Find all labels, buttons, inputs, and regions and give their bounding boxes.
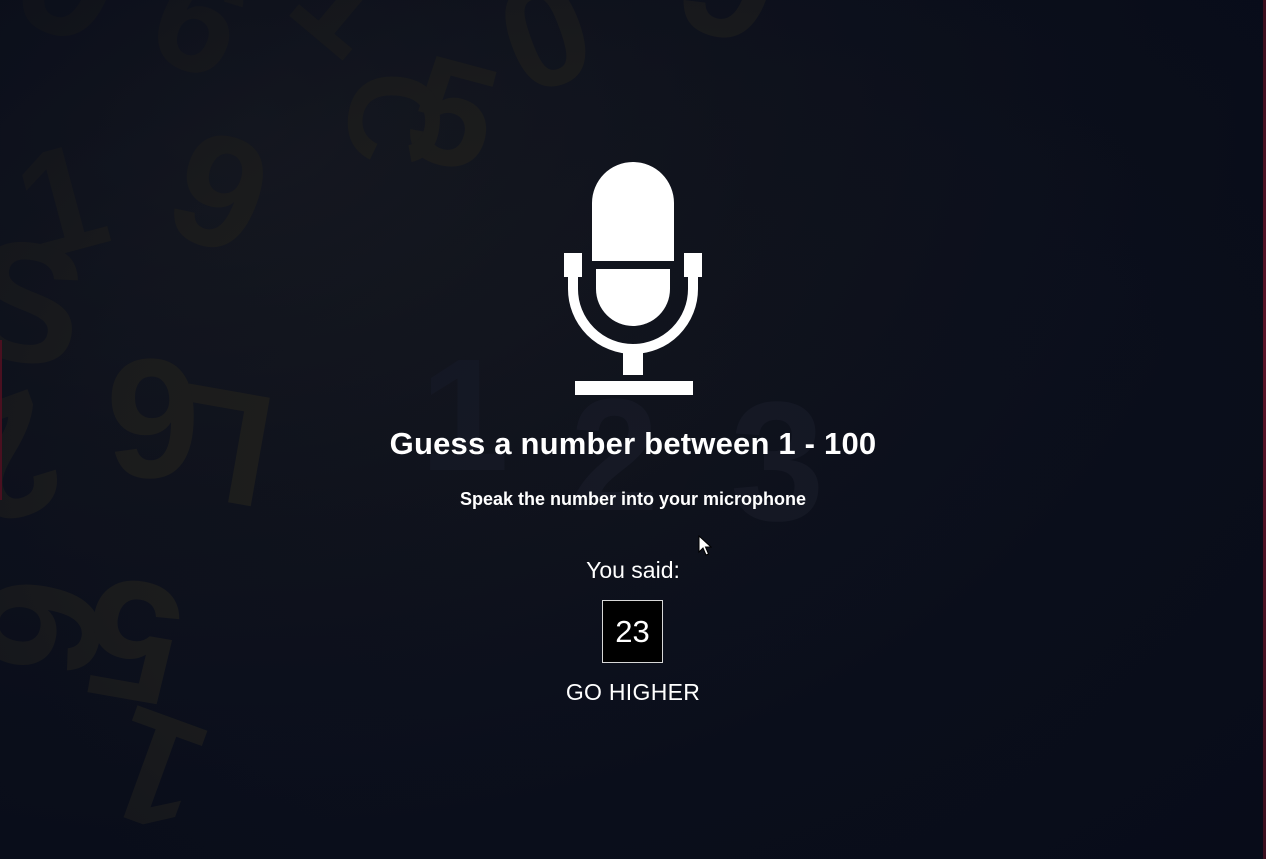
bg-digit: C [318, 65, 472, 171]
game-title: Guess a number between 1 - 100 [389, 426, 877, 461]
bg-digit: 6 [105, 323, 200, 513]
bg-digit: 1 [420, 325, 509, 504]
bg-digit: 6 [127, 0, 274, 113]
bg-digit: 9 [147, 92, 292, 291]
bg-digit: 9 [0, 0, 148, 84]
game-instructions: Speak the number into your microphone [459, 489, 807, 509]
spoken-guess-value: 23 [602, 600, 663, 663]
bg-digit: 3 [730, 367, 825, 557]
game-screen: 9 6 1 0 9 5 C 9 1 S L 6 2 6 5 1 1 2 3 [0, 0, 1266, 859]
guess-hint: GO HIGHER [565, 679, 701, 705]
mouse-pointer-icon [698, 535, 712, 556]
bg-digit: 9 [660, 0, 801, 83]
you-said-label: You said: [586, 557, 680, 583]
microphone-icon[interactable] [563, 161, 703, 397]
window-edge [0, 340, 2, 500]
